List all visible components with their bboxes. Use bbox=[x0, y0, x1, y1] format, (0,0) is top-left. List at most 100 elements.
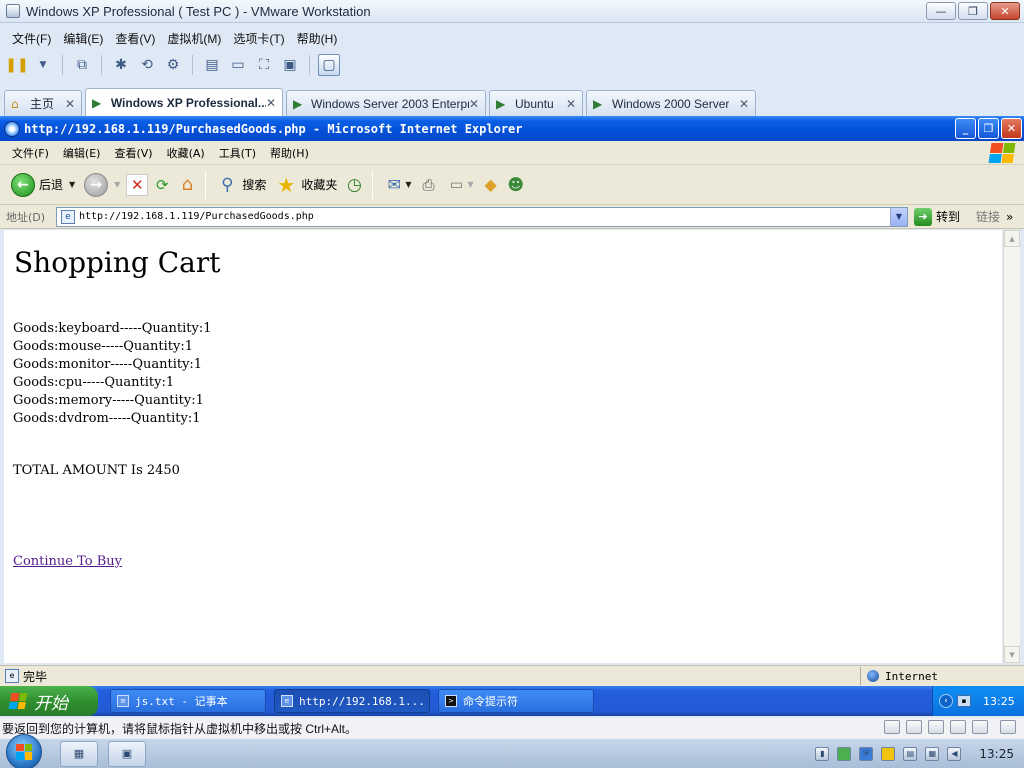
tab-close-icon[interactable]: ✕ bbox=[65, 97, 75, 111]
quick-switch-icon[interactable]: ▢ bbox=[318, 54, 340, 76]
close-icon[interactable]: ✕ bbox=[1001, 118, 1022, 139]
network-adapter-icon[interactable] bbox=[928, 720, 944, 734]
close-icon[interactable]: ✕ bbox=[990, 2, 1020, 20]
vmware-menu-tabs[interactable]: 选项卡(T) bbox=[227, 30, 290, 47]
chevron-right-icon[interactable]: » bbox=[1006, 210, 1013, 224]
dropdown-arrow-icon[interactable]: ▼ bbox=[114, 180, 120, 189]
start-button[interactable]: 开始 bbox=[0, 686, 98, 716]
console-view-icon[interactable]: ▭ bbox=[227, 54, 249, 76]
network-icon[interactable]: ⧉ bbox=[71, 54, 93, 76]
chevron-left-icon[interactable]: ‹ bbox=[939, 694, 953, 708]
snapshot-manager-icon[interactable]: ⚙ bbox=[162, 54, 184, 76]
sound-icon[interactable] bbox=[972, 720, 988, 734]
ie-toolbar: ← 后退 ▼ → ▼ ✕ ⟳ ⌂ ⚲ 搜索 ★ 收藏夹 ◷ ✉ ▼ ⎙ ▭ ▼ … bbox=[0, 165, 1024, 205]
taskbar-item-ie[interactable]: e http://192.168.1... bbox=[274, 689, 430, 713]
messenger-icon[interactable]: ◆ bbox=[480, 174, 502, 196]
edit-button[interactable]: ▭ ▼ bbox=[443, 169, 477, 201]
favorites-button[interactable]: ★ 收藏夹 bbox=[272, 169, 340, 201]
toolbar-separator bbox=[192, 55, 193, 75]
windows-logo-icon bbox=[988, 143, 1016, 163]
vmware-menu-view[interactable]: 查看(V) bbox=[109, 30, 161, 47]
go-arrow-icon: ➔ bbox=[914, 207, 932, 226]
taskbar-item-cmd[interactable]: > 命令提示符 bbox=[438, 689, 594, 713]
contacts-icon[interactable]: ☻ bbox=[505, 174, 527, 196]
app-tray-icon[interactable] bbox=[837, 747, 852, 761]
tab-close-icon[interactable]: ✕ bbox=[266, 96, 276, 110]
tab-windows-server-2003[interactable]: ▶ Windows Server 2003 Enterpr... ✕ bbox=[286, 90, 486, 116]
console-icon: > bbox=[445, 695, 457, 707]
refresh-icon[interactable]: ⟳ bbox=[151, 174, 173, 196]
pause-icon[interactable]: ❚❚ bbox=[5, 54, 28, 76]
ie-status-bar: e 完毕 Internet bbox=[0, 665, 1024, 686]
links-button[interactable]: 链接 bbox=[976, 208, 1000, 225]
go-button[interactable]: ➔ 转到 bbox=[914, 207, 960, 226]
page-title: Shopping Cart bbox=[14, 246, 221, 279]
tab-close-icon[interactable]: ✕ bbox=[739, 97, 749, 111]
home-icon[interactable]: ⌂ bbox=[176, 174, 198, 196]
minimize-icon[interactable]: — bbox=[926, 2, 956, 20]
restore-icon[interactable]: ❐ bbox=[978, 118, 999, 139]
tab-windows-2000[interactable]: ▶ Windows 2000 Server ✕ bbox=[586, 90, 756, 116]
explorer-taskbar-button[interactable]: ▦ bbox=[60, 740, 98, 767]
volume-icon[interactable]: ◀ bbox=[947, 747, 962, 761]
network-icon[interactable]: ▪ bbox=[957, 695, 971, 707]
ie-menu-edit[interactable]: 编辑(E) bbox=[57, 145, 109, 161]
scroll-up-icon[interactable]: ▲ bbox=[1004, 230, 1020, 247]
network-icon[interactable]: ▦ bbox=[925, 747, 940, 761]
vmware-menu-edit[interactable]: 编辑(E) bbox=[57, 30, 109, 47]
power-dropdown-icon[interactable]: ▼ bbox=[32, 54, 54, 76]
continue-to-buy-link[interactable]: Continue To Buy bbox=[13, 554, 122, 569]
search-button[interactable]: ⚲ 搜索 bbox=[213, 169, 269, 201]
history-icon[interactable]: ◷ bbox=[343, 174, 365, 196]
dropdown-arrow-icon[interactable]: ▼ bbox=[468, 180, 474, 189]
tab-close-icon[interactable]: ✕ bbox=[566, 97, 576, 111]
clipboard-icon[interactable]: ▤ bbox=[903, 747, 918, 761]
ie-menu-help[interactable]: 帮助(H) bbox=[264, 145, 317, 161]
shield-icon[interactable]: ⛨ bbox=[859, 747, 874, 761]
scroll-down-icon[interactable]: ▼ bbox=[1004, 646, 1020, 663]
tab-close-icon[interactable]: ✕ bbox=[469, 97, 479, 111]
film-icon[interactable]: ▮ bbox=[815, 747, 830, 761]
snapshot-icon[interactable]: ✱ bbox=[110, 54, 132, 76]
cdrom-icon[interactable] bbox=[906, 720, 922, 734]
revert-snapshot-icon[interactable]: ⟲ bbox=[136, 54, 158, 76]
tab-label: Ubuntu bbox=[515, 96, 554, 111]
forward-button[interactable]: → ▼ bbox=[81, 169, 123, 201]
ie-menu-view[interactable]: 查看(V) bbox=[108, 145, 160, 161]
vertical-scrollbar[interactable]: ▲ ▼ bbox=[1003, 230, 1020, 663]
vmware-menu-file[interactable]: 文件(F) bbox=[6, 30, 57, 47]
ie-icon: e bbox=[281, 695, 293, 707]
ie-menu-favorites[interactable]: 收藏(A) bbox=[161, 145, 213, 161]
sidebar-toggle-icon[interactable]: ▤ bbox=[201, 54, 223, 76]
tab-ubuntu[interactable]: ▶ Ubuntu ✕ bbox=[489, 90, 583, 116]
search-icon: ⚲ bbox=[221, 174, 234, 195]
mail-button[interactable]: ✉ ▼ bbox=[380, 169, 414, 201]
vm-icon: ▶ bbox=[496, 96, 506, 111]
taskbar-item-notepad[interactable]: ≡ js.txt - 记事本 bbox=[110, 689, 266, 713]
start-label: 开始 bbox=[34, 693, 68, 714]
hard-disk-icon[interactable] bbox=[884, 720, 900, 734]
vmware-menu-vm[interactable]: 虚拟机(M) bbox=[161, 30, 227, 47]
print-icon[interactable]: ⎙ bbox=[418, 174, 440, 196]
vmware-menu-help[interactable]: 帮助(H) bbox=[291, 30, 344, 47]
chevron-down-icon[interactable]: ▼ bbox=[890, 207, 907, 226]
dropdown-arrow-icon[interactable]: ▼ bbox=[405, 180, 411, 189]
vmware-taskbar-button[interactable]: ▣ bbox=[108, 740, 146, 767]
restore-icon[interactable]: ❐ bbox=[958, 2, 988, 20]
tab-windows-xp[interactable]: ▶ Windows XP Professional... ✕ bbox=[85, 88, 283, 116]
unity-icon[interactable]: ▣ bbox=[279, 54, 301, 76]
home-icon: ⌂ bbox=[11, 96, 19, 111]
fullscreen-icon[interactable]: ⛶ bbox=[253, 54, 275, 76]
start-orb-button[interactable] bbox=[6, 733, 42, 768]
app-tray-icon[interactable] bbox=[881, 747, 896, 761]
back-button[interactable]: ← 后退 ▼ bbox=[8, 169, 78, 201]
dropdown-arrow-icon[interactable]: ▼ bbox=[69, 180, 75, 189]
minimize-icon[interactable]: _ bbox=[955, 118, 976, 139]
address-input[interactable]: e http://192.168.1.119/PurchasedGoods.ph… bbox=[56, 206, 908, 227]
usb-icon[interactable] bbox=[950, 720, 966, 734]
stop-icon[interactable]: ✕ bbox=[126, 173, 149, 196]
message-icon[interactable] bbox=[1000, 720, 1016, 734]
ie-menu-file[interactable]: 文件(F) bbox=[6, 145, 57, 161]
tab-home[interactable]: ⌂ 主页 ✕ bbox=[4, 90, 82, 116]
ie-menu-tools[interactable]: 工具(T) bbox=[213, 145, 264, 161]
